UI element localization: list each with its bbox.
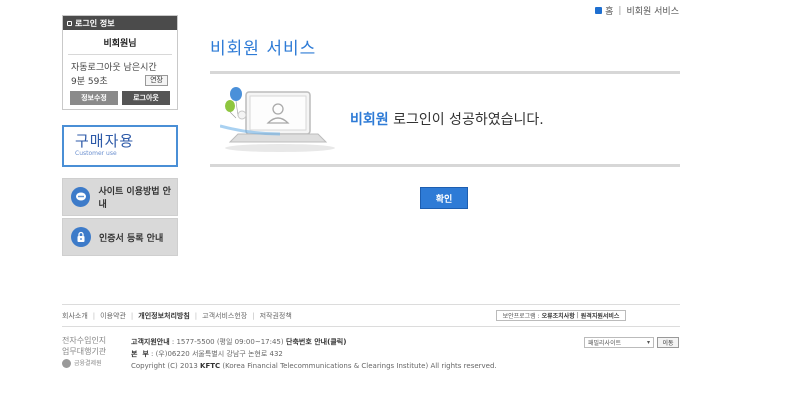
laptop-illustration [220,87,335,152]
footer-separator: | [252,312,255,320]
certificate-guide-label: 인증서 등록 안내 [99,233,164,244]
breadcrumb-home[interactable]: 홈 [605,4,613,17]
chat-bubble-icon [71,187,91,207]
footer-link-copyright[interactable]: 저작권정책 [260,311,292,321]
footer-logo-line1: 전자수입인지 [62,336,107,345]
footer-link-terms[interactable]: 이용약관 [100,311,126,321]
login-info-header: 로그인 정보 [63,16,177,30]
security-program-label: 보안프로그램 : [502,313,540,320]
error-action-link[interactable]: 오류조치사항 [542,311,575,320]
footer-address-line: 본 부 : (우)06220 서울특별시 강남구 논현로 432 [131,348,497,360]
content-divider-bottom [210,164,680,167]
logout-timer-row: 9분 59초 연장 [63,74,177,87]
login-actions: 정보수정 로그아웃 [63,91,177,105]
copyright-suffix: (Korea Financial Telecommunications & Cl… [220,362,497,370]
lock-icon [71,227,91,247]
copyright-org: KFTC [200,362,221,370]
content-divider-top [210,71,680,74]
certificate-guide-button[interactable]: 인증서 등록 안내 [62,218,178,256]
footer-separator: | [92,312,96,320]
purchaser-subtitle: Customer use [75,150,117,157]
footer-info: 고객지원안내 : 1577-5500 (평일 09:00~17:45) 단축번호… [131,336,497,372]
footer-separator: | [130,312,134,320]
purchaser-title: 구매자용 [75,132,135,150]
message-text: 로그인이 성공하였습니다. [388,112,544,128]
footer-link-about[interactable]: 회사소개 [62,311,88,321]
security-separator: | [576,312,579,319]
login-user-name: 비회원님 [103,39,137,49]
breadcrumb-separator: | [618,5,622,16]
kftc-logo: 금융결제원 [62,358,122,369]
footer-copyright-line: Copyright (C) 2013 KFTC (Korea Financial… [131,360,497,372]
chevron-down-icon: ▾ [646,339,650,346]
purchaser-use-banner[interactable]: 구매자용 Customer use [62,125,178,167]
shortcut-number-link[interactable]: 단축번호 안내(클릭) [284,338,346,346]
login-divider [68,54,172,55]
site-guide-button[interactable]: 사이트 이용방법 안내 [62,178,178,216]
family-site-select[interactable]: 패밀리사이트 ▾ [584,337,654,348]
family-site-go-button[interactable]: 이동 [657,337,679,348]
security-program-box: 보안프로그램 : 오류조치사항 | 원격지원서비스 [496,310,626,321]
footer-divider-top [62,304,680,305]
message-highlight: 비회원 [350,112,389,128]
family-site-value: 패밀리사이트 [588,340,622,347]
logout-button[interactable]: 로그아웃 [122,91,170,105]
support-text: : 1577-5500 (평일 09:00~17:45) [169,338,284,346]
auto-logout-label: 자동로그아웃 남은시간 [71,63,157,73]
footer-support-line: 고객지원안내 : 1577-5500 (평일 09:00~17:45) 단축번호… [131,336,497,348]
login-info-box: 로그인 정보 비회원님 자동로그아웃 남은시간 9분 59초 연장 정보수정 로… [62,15,178,110]
footer-separator: | [194,312,198,320]
kftc-logo-text: 금융결제원 [74,360,102,367]
support-label: 고객지원안내 [131,338,170,346]
footer-logo: 전자수입인지 업무대행기관 금융결제원 [62,335,122,369]
login-info-title: 로그인 정보 [75,18,115,28]
breadcrumb: 홈 | 비회원 서비스 [595,4,679,17]
page-title: 비회원 서비스 [210,39,317,59]
copyright-prefix: Copyright (C) 2013 [131,362,201,370]
footer-link-charter[interactable]: 고객서비스헌장 [202,311,247,321]
kftc-logo-icon [62,359,71,368]
extend-session-button[interactable]: 연장 [145,75,168,86]
login-success-message: 비회원 로그인이 성공하였습니다. [350,109,544,129]
home-icon [595,7,603,14]
footer-divider-bottom [62,326,680,327]
confirm-button[interactable]: 확인 [420,187,468,209]
footer-link-privacy[interactable]: 개인정보처리방침 [138,311,190,321]
site-guide-label: 사이트 이용방법 안내 [98,187,171,210]
remote-support-link[interactable]: 원격지원서비스 [581,311,620,320]
lock-icon [67,20,72,26]
hq-label: 본 부 [131,350,149,358]
logout-timer: 9분 59초 [71,77,108,87]
edit-info-button[interactable]: 정보수정 [70,91,118,105]
footer-logo-line2: 업무대행기관 [62,347,107,356]
breadcrumb-current: 비회원 서비스 [626,7,679,17]
footer-links: 회사소개 | 이용약관 | 개인정보처리방침 | 고객서비스헌장 | 저작권정책 [62,311,292,321]
hq-address: : (우)06220 서울특별시 강남구 논현로 432 [148,350,283,358]
